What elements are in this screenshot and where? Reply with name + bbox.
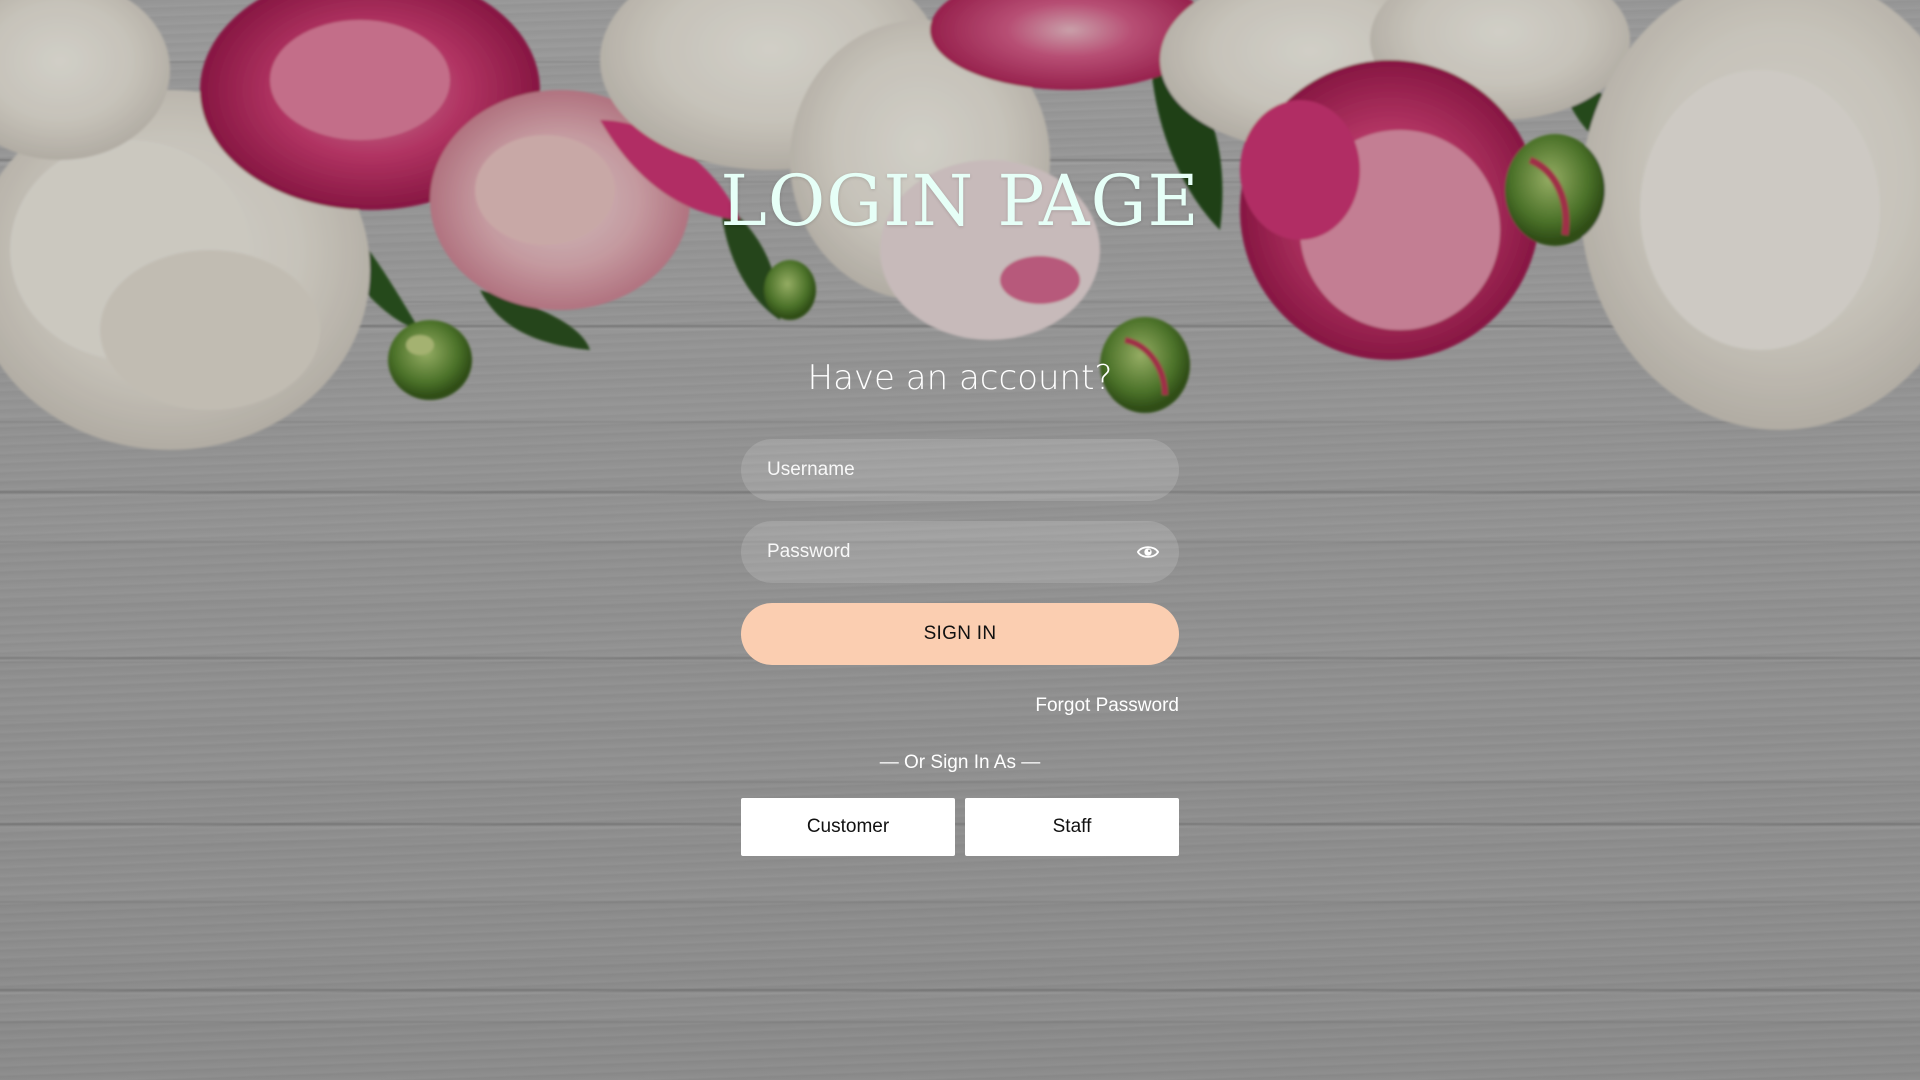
forgot-password-link[interactable]: Forgot Password: [741, 695, 1179, 717]
username-field-wrapper: [741, 439, 1179, 501]
password-field-wrapper: [741, 521, 1179, 583]
role-buttons: Customer Staff: [741, 798, 1179, 856]
sign-in-as-divider: — Or Sign In As —: [879, 752, 1041, 773]
sign-in-button[interactable]: SIGN IN: [741, 603, 1179, 665]
login-content: LOGIN PAGE Have an account? SIGN IN Forg…: [0, 0, 1920, 1080]
login-screen: LOGIN PAGE Have an account? SIGN IN Forg…: [0, 0, 1920, 1080]
login-form: SIGN IN Forgot Password — Or Sign In As …: [741, 439, 1179, 856]
username-input[interactable]: [741, 439, 1179, 501]
customer-button[interactable]: Customer: [741, 798, 955, 856]
page-subtitle: Have an account?: [807, 358, 1113, 398]
eye-icon[interactable]: [1137, 542, 1159, 562]
page-title: LOGIN PAGE: [720, 160, 1200, 242]
staff-button[interactable]: Staff: [965, 798, 1179, 856]
password-input[interactable]: [741, 521, 1179, 583]
